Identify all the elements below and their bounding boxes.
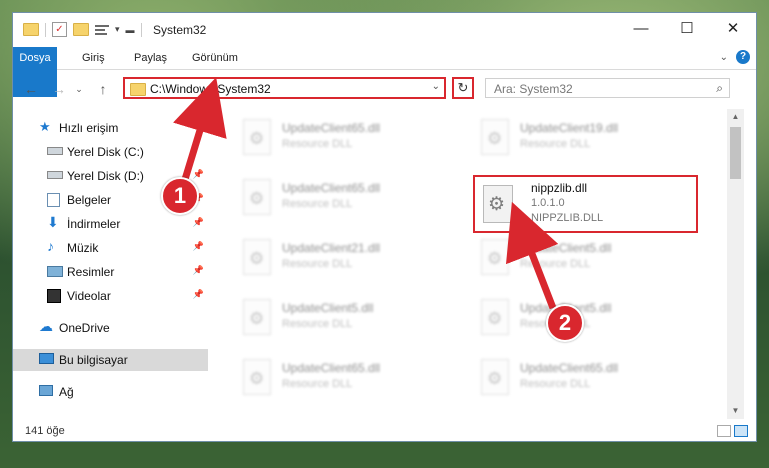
item-count: 141 öğe [25, 425, 65, 437]
sidebar-item-pictures[interactable]: Resimler 📌 [13, 261, 208, 283]
file-version: 1.0.1.0 [531, 197, 565, 209]
chevron-down-icon[interactable]: ▾ [115, 24, 120, 35]
folder-icon[interactable] [23, 23, 39, 36]
toolbar-divider [140, 22, 142, 37]
navigation-bar: ← → ⌄ ↑ C:\Windows\System32 ⌄ ↻ Ara: Sys… [13, 73, 756, 105]
video-icon [47, 289, 61, 303]
large-icons-view-icon[interactable] [734, 425, 748, 437]
dll-file-icon: ⚙ [243, 299, 273, 337]
sidebar-item-this-pc[interactable]: Bu bilgisayar [13, 349, 208, 371]
new-folder-icon[interactable] [73, 23, 89, 36]
search-icon[interactable]: ⌕ [716, 81, 723, 96]
customize-toolbar-icon[interactable]: ▬ [126, 25, 135, 35]
pin-icon[interactable]: 📌 [193, 169, 204, 180]
dll-file-icon: ⚙ [481, 239, 511, 277]
refresh-button[interactable]: ↻ [452, 77, 474, 99]
window-controls: — ☐ ✕ [618, 13, 756, 43]
scroll-up-arrow-icon[interactable]: ▲ [727, 109, 744, 125]
address-path[interactable]: C:\Windows\System32 [150, 82, 271, 96]
expand-ribbon-icon[interactable]: ⌄ [720, 52, 728, 63]
maximize-button[interactable]: ☐ [664, 13, 710, 43]
highlighted-file-nippzlib[interactable]: ⚙ nippzlib.dll 1.0.1.0 NIPPZLIB.DLL [473, 175, 698, 233]
title-bar: ✓ ▾ ▬ System32 — ☐ ✕ [13, 13, 756, 47]
file-explorer-window: ✓ ▾ ▬ System32 — ☐ ✕ Dosya Giriş Paylaş … [12, 12, 757, 442]
file-item[interactable]: ⚙ UpdateClient19.dll Resource DLL [473, 113, 683, 163]
sidebar-item-network[interactable]: Ağ [13, 381, 208, 403]
vertical-scrollbar[interactable]: ▲ ▼ [727, 109, 744, 419]
dll-file-icon: ⚙ [481, 299, 511, 337]
sidebar-item-local-disk-c[interactable]: Yerel Disk (C:) [13, 141, 208, 163]
ribbon-right-controls: ⌄ ? [720, 50, 750, 64]
file-list: ⚙ UpdateClient65.dll Resource DLL ⚙ Upda… [225, 109, 725, 409]
drive-icon [47, 171, 63, 179]
navigation-pane: ★ Hızlı erişim Yerel Disk (C:) Yerel Dis… [13, 109, 208, 409]
chevron-down-icon[interactable]: ⌄ [432, 81, 440, 92]
up-arrow-icon[interactable]: ↑ [93, 79, 113, 99]
dll-file-icon: ⚙ [243, 359, 273, 397]
quick-access-toolbar: ✓ ▾ ▬ [23, 22, 142, 37]
step-marker-2: 2 [546, 304, 584, 342]
document-icon [47, 193, 60, 207]
recent-locations-icon[interactable]: ⌄ [69, 79, 89, 99]
properties-check-icon[interactable]: ✓ [52, 22, 67, 37]
address-bar[interactable]: C:\Windows\System32 ⌄ [123, 77, 446, 99]
dll-file-icon: ⚙ [481, 119, 511, 157]
file-description: NIPPZLIB.DLL [531, 212, 604, 224]
close-button[interactable]: ✕ [710, 13, 756, 43]
music-icon: ♪ [47, 238, 54, 254]
file-item[interactable]: ⚙ UpdateClient65.dll Resource DLL [235, 113, 445, 163]
pin-icon[interactable]: 📌 [193, 217, 204, 228]
pin-icon[interactable]: 📌 [193, 289, 204, 300]
file-item[interactable]: ⚙ UpdateClient65.dll Resource DLL [235, 173, 445, 223]
dll-file-icon: ⚙ [481, 359, 511, 397]
file-item[interactable]: ⚙ UpdateClient5.dll Resource DLL [473, 233, 683, 283]
sidebar-item-videos[interactable]: Videolar 📌 [13, 285, 208, 307]
dll-file-icon: ⚙ [243, 119, 273, 157]
tab-home[interactable]: Giriş [71, 47, 116, 69]
picture-icon [47, 266, 63, 277]
view-toggle [717, 425, 748, 437]
file-item[interactable]: ⚙ UpdateClient21.dll Resource DLL [235, 233, 445, 283]
file-item[interactable]: ⚙ UpdateClient65.dll Resource DLL [235, 353, 445, 403]
scroll-down-arrow-icon[interactable]: ▼ [727, 403, 744, 419]
status-bar: 141 öğe [13, 421, 756, 443]
properties-list-icon[interactable] [95, 24, 109, 36]
network-icon [39, 385, 53, 396]
computer-icon [39, 353, 54, 364]
tab-view[interactable]: Görünüm [181, 47, 249, 69]
dll-file-icon: ⚙ [243, 179, 273, 217]
tab-share[interactable]: Paylaş [123, 47, 178, 69]
folder-icon [130, 83, 146, 96]
toolbar-divider [45, 22, 46, 37]
drive-icon [47, 147, 63, 155]
pin-icon[interactable]: 📌 [193, 241, 204, 252]
cloud-icon: ☁ [39, 318, 53, 334]
details-view-icon[interactable] [717, 425, 731, 437]
window-title: System32 [153, 23, 207, 37]
pin-icon[interactable]: 📌 [193, 265, 204, 276]
forward-arrow-icon[interactable]: → [49, 79, 69, 99]
sidebar-item-onedrive[interactable]: ☁ OneDrive [13, 317, 208, 339]
help-icon[interactable]: ? [736, 50, 750, 64]
dll-file-icon: ⚙ [243, 239, 273, 277]
file-item[interactable]: ⚙ UpdateClient5.dll Resource DLL [235, 293, 445, 343]
sidebar-item-downloads[interactable]: ⬇ İndirmeler 📌 [13, 213, 208, 235]
ribbon-tabs: Dosya Giriş Paylaş Görünüm ⌄ ? [13, 47, 756, 97]
search-box[interactable]: Ara: System32 ⌕ [485, 78, 730, 98]
file-item[interactable]: ⚙ UpdateClient65.dll Resource DLL [473, 353, 683, 403]
back-arrow-icon[interactable]: ← [21, 79, 41, 99]
scrollbar-thumb[interactable] [730, 127, 741, 179]
sidebar-item-quick-access[interactable]: ★ Hızlı erişim [13, 117, 208, 139]
file-name: nippzlib.dll [531, 181, 588, 195]
minimize-button[interactable]: — [618, 13, 664, 43]
search-placeholder[interactable]: Ara: System32 [494, 82, 573, 96]
dll-file-icon: ⚙ [483, 185, 517, 225]
star-icon: ★ [39, 119, 51, 134]
download-icon: ⬇ [47, 214, 59, 230]
step-marker-1: 1 [161, 177, 199, 215]
sidebar-item-music[interactable]: ♪ Müzik 📌 [13, 237, 208, 259]
